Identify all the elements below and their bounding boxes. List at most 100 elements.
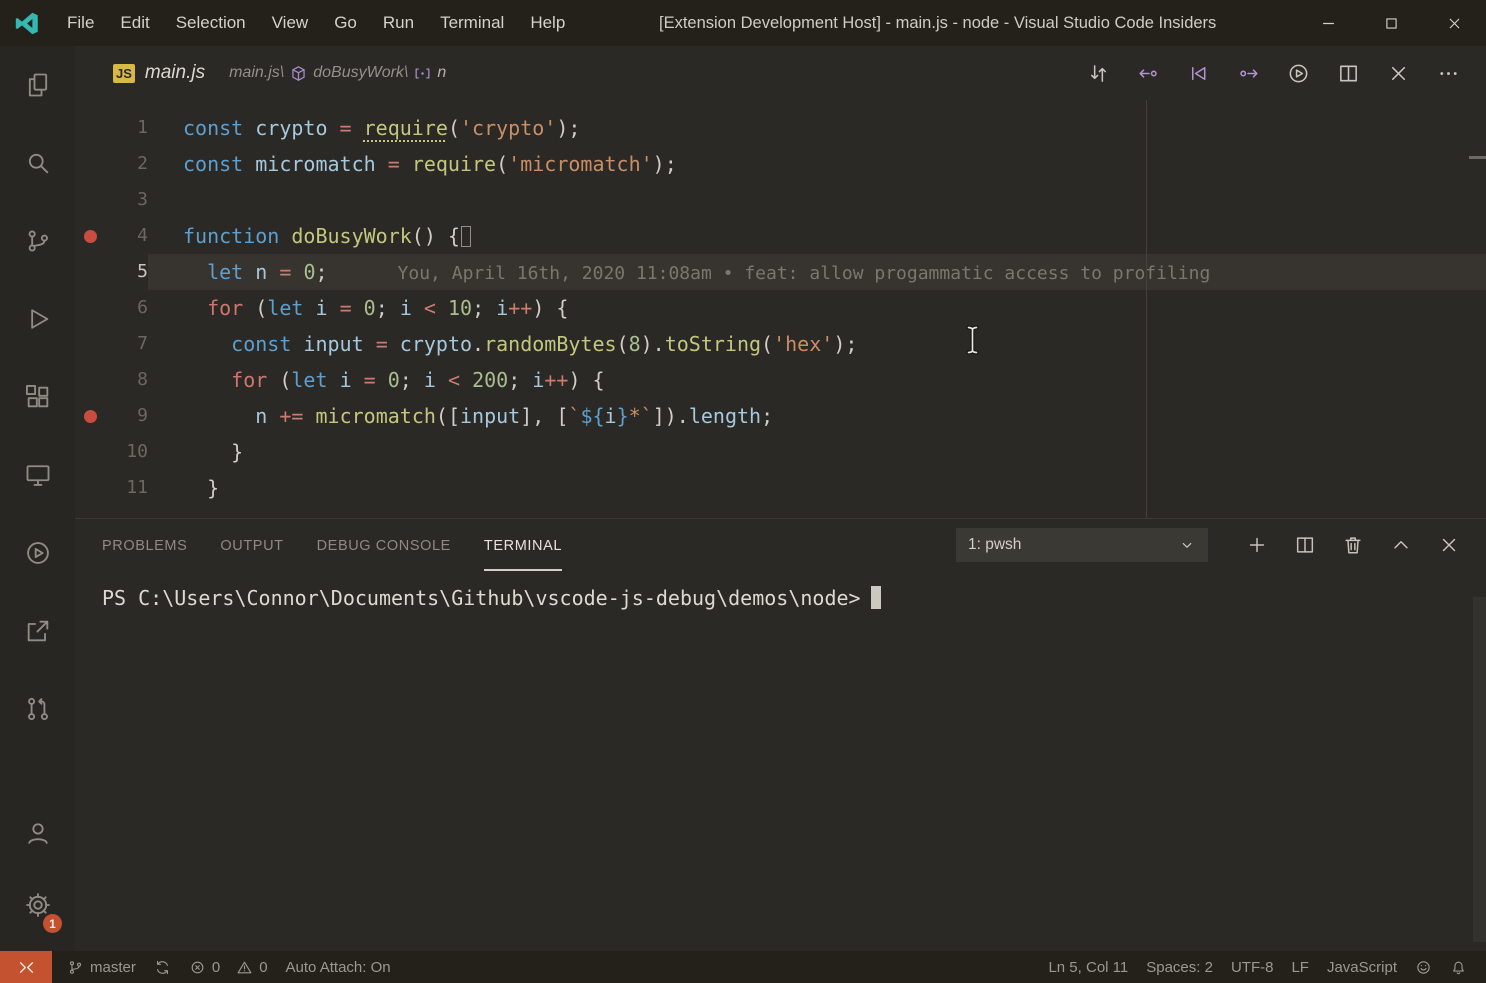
panel-tab-output[interactable]: OUTPUT [220, 519, 283, 571]
breakpoint-gutter[interactable] [75, 290, 105, 326]
activity-bar-bottom: 1 [0, 797, 75, 941]
warning-icon [236, 959, 253, 976]
sync-button[interactable] [145, 951, 180, 983]
breadcrumb: main.js\ doBusyWork\ n [229, 64, 446, 83]
close-window-button[interactable] [1423, 0, 1486, 46]
breadcrumb-file[interactable]: main.js\ [229, 64, 284, 82]
code-line-text[interactable]: const micromatch = require('micromatch')… [148, 146, 1486, 182]
close-editor-icon[interactable] [1387, 62, 1410, 85]
code-line-text[interactable]: for (let i = 0; i < 200; i++) { [148, 362, 1486, 398]
menu-terminal[interactable]: Terminal [427, 0, 517, 46]
eol-status[interactable]: LF [1282, 951, 1318, 983]
notifications-button[interactable] [1441, 951, 1476, 983]
search-icon[interactable] [0, 124, 75, 202]
code-line-text[interactable]: const crypto = require('crypto'); [148, 110, 1486, 146]
split-editor-icon[interactable] [1337, 62, 1360, 85]
error-count: 0 [212, 959, 220, 976]
new-terminal-icon[interactable] [1246, 534, 1268, 556]
auto-attach-status[interactable]: Auto Attach: On [277, 951, 400, 983]
reverse-continue-icon[interactable] [1187, 62, 1210, 85]
breakpoint-gutter[interactable] [75, 110, 105, 146]
language-mode-status[interactable]: JavaScript [1318, 951, 1406, 983]
menu-view[interactable]: View [259, 0, 322, 46]
play-circle-icon[interactable] [0, 514, 75, 592]
code-line: 4function doBusyWork() { [75, 218, 1486, 254]
menu-go[interactable]: Go [321, 0, 370, 46]
open-changes-icon[interactable] [1087, 62, 1110, 85]
maximize-button[interactable] [1360, 0, 1423, 46]
code-line: 6 for (let i = 0; i < 10; i++) { [75, 290, 1486, 326]
continue-icon[interactable] [1237, 62, 1260, 85]
code-line-text[interactable]: n += micromatch([input], [`${i}*`]).leng… [148, 398, 1486, 434]
code-editor[interactable]: 1const crypto = require('crypto');2const… [75, 100, 1486, 518]
terminal[interactable]: PS C:\Users\Connor\Documents\Github\vsco… [75, 571, 1486, 610]
maximize-panel-icon[interactable] [1390, 534, 1412, 556]
line-number: 5 [105, 254, 148, 290]
remote-indicator[interactable] [0, 951, 52, 983]
panel-actions: 1: pwsh [956, 528, 1460, 562]
code-line-text[interactable]: for (let i = 0; i < 10; i++) { [148, 290, 1486, 326]
editor-file-label[interactable]: main.js [145, 62, 205, 84]
pull-request-icon[interactable] [0, 670, 75, 748]
code-line-text[interactable]: const input = crypto.randomBytes(8).toSt… [148, 326, 1486, 362]
menu-selection[interactable]: Selection [163, 0, 259, 46]
panel-tab-debug-console[interactable]: DEBUG CONSOLE [317, 519, 451, 571]
more-actions-icon[interactable] [1437, 62, 1460, 85]
chevron-down-icon [1178, 536, 1196, 554]
line-number: 9 [105, 398, 148, 434]
close-panel-icon[interactable] [1438, 534, 1460, 556]
breadcrumb-leaf[interactable]: n [437, 64, 446, 82]
breakpoint-gutter[interactable] [75, 146, 105, 182]
step-back-icon[interactable] [1137, 62, 1160, 85]
code-line: 1const crypto = require('crypto'); [75, 110, 1486, 146]
terminal-prompt: PS C:\Users\Connor\Documents\Github\vsco… [102, 586, 861, 610]
encoding-status[interactable]: UTF-8 [1222, 951, 1283, 983]
menu-run[interactable]: Run [370, 0, 427, 46]
line-number: 11 [105, 470, 148, 506]
split-terminal-icon[interactable] [1294, 534, 1316, 556]
menu-file[interactable]: File [54, 0, 107, 46]
code-line-text[interactable]: } [148, 470, 1486, 506]
panel-tab-problems[interactable]: PROBLEMS [102, 519, 187, 571]
indentation-status[interactable]: Spaces: 2 [1137, 951, 1222, 983]
breakpoint-gutter[interactable] [75, 182, 105, 218]
cursor-position-status[interactable]: Ln 5, Col 11 [1039, 951, 1137, 983]
problems-status[interactable]: 0 0 [180, 951, 277, 983]
breakpoint-icon[interactable] [84, 230, 97, 243]
menu-edit[interactable]: Edit [107, 0, 162, 46]
menu-help[interactable]: Help [517, 0, 578, 46]
extensions-icon[interactable] [0, 358, 75, 436]
feedback-button[interactable] [1406, 951, 1441, 983]
source-control-icon[interactable] [0, 202, 75, 280]
code-line-text[interactable]: let n = 0;You, April 16th, 2020 11:08am … [148, 254, 1486, 290]
remote-explorer-icon[interactable] [0, 436, 75, 514]
line-number: 7 [105, 326, 148, 362]
breakpoint-gutter[interactable] [75, 254, 105, 290]
breakpoint-gutter[interactable] [75, 470, 105, 506]
code-line: 8 for (let i = 0; i < 200; i++) { [75, 362, 1486, 398]
terminal-picker[interactable]: 1: pwsh [956, 528, 1208, 562]
breakpoint-gutter[interactable] [75, 362, 105, 398]
run-debug-icon[interactable] [0, 280, 75, 358]
breakpoint-icon[interactable] [84, 410, 97, 423]
code-line-text[interactable]: function doBusyWork() { [148, 218, 1486, 254]
breakpoint-gutter[interactable] [75, 326, 105, 362]
git-branch-status[interactable]: master [58, 951, 145, 983]
minimize-button[interactable] [1297, 0, 1360, 46]
run-profile-icon[interactable] [1287, 62, 1310, 85]
live-share-icon[interactable] [0, 592, 75, 670]
breakpoint-gutter[interactable] [75, 434, 105, 470]
breakpoint-gutter[interactable] [75, 398, 105, 434]
javascript-file-icon: JS [113, 64, 135, 83]
code-line-text[interactable]: } [148, 434, 1486, 470]
panel-tab-terminal[interactable]: TERMINAL [484, 519, 562, 571]
breakpoint-gutter[interactable] [75, 218, 105, 254]
settings-button[interactable]: 1 [0, 869, 75, 941]
panel-scrollbar[interactable] [1473, 597, 1486, 942]
code-line-text[interactable] [148, 182, 1486, 218]
accounts-button[interactable] [0, 797, 75, 869]
breadcrumb-symbol[interactable]: doBusyWork\ [313, 64, 408, 82]
kill-terminal-icon[interactable] [1342, 534, 1364, 556]
code-line: 2const micromatch = require('micromatch'… [75, 146, 1486, 182]
files-icon[interactable] [0, 46, 75, 124]
